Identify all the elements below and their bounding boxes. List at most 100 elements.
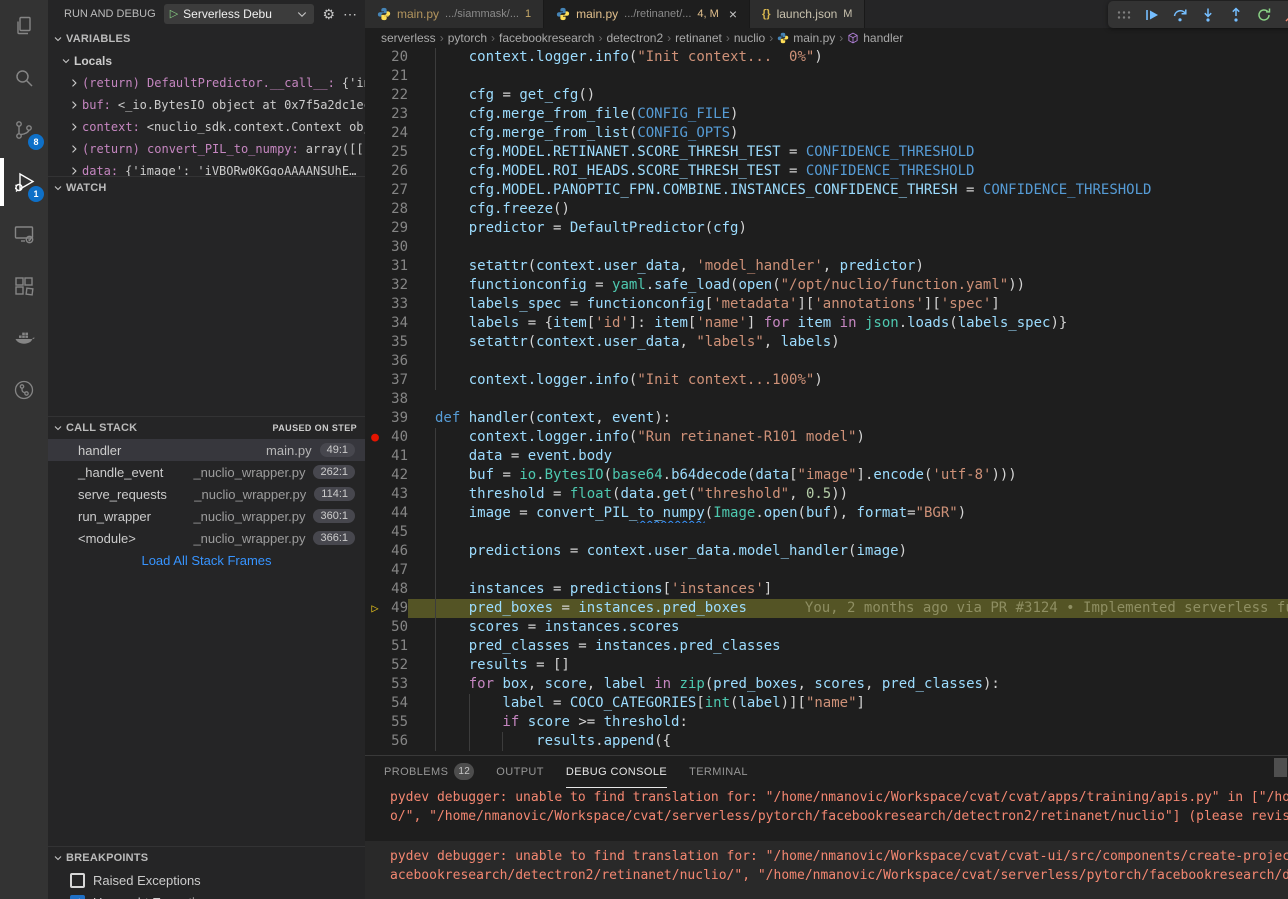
code-line[interactable]: 20 context.logger.info("Init context... … — [365, 48, 1288, 67]
sidebar-item-explorer[interactable] — [0, 0, 48, 52]
sidebar-item-docker[interactable] — [0, 312, 48, 364]
tab-terminal[interactable]: TERMINAL — [689, 756, 748, 788]
gutter-margin[interactable] — [365, 257, 385, 276]
toolbar-drag-grip[interactable] — [1114, 5, 1134, 25]
gutter-margin[interactable] — [365, 200, 385, 219]
code-line[interactable]: 46 predictions = context.user_data.model… — [365, 542, 1288, 561]
breadcrumb-item[interactable]: retinanet — [675, 31, 722, 45]
panel-scrollbar-thumb[interactable] — [1274, 758, 1287, 777]
gutter-margin[interactable] — [365, 523, 385, 542]
code-line[interactable]: 44 image = convert_PIL_to_numpy(Image.op… — [365, 504, 1288, 523]
breadcrumb-item[interactable]: serverless — [381, 31, 436, 45]
gutter-margin[interactable] — [365, 580, 385, 599]
load-all-stack-frames-link[interactable]: Load All Stack Frames — [48, 549, 365, 571]
gutter-margin[interactable] — [365, 713, 385, 732]
gutter-margin[interactable] — [365, 675, 385, 694]
gutter-margin[interactable] — [365, 238, 385, 257]
code-line[interactable]: 43 threshold = float(data.get("threshold… — [365, 485, 1288, 504]
breakpoint-checkbox[interactable]: ✓ — [70, 895, 85, 899]
more-actions-icon[interactable]: ⋯ — [343, 7, 357, 21]
tab-problems[interactable]: PROBLEMS 12 — [384, 756, 474, 788]
gear-icon[interactable]: ⚙ — [322, 7, 335, 21]
code-line[interactable]: 42 buf = io.BytesIO(base64.b64decode(dat… — [365, 466, 1288, 485]
code-line[interactable]: 47 — [365, 561, 1288, 580]
sidebar-item-search[interactable] — [0, 52, 48, 104]
start-debug-icon[interactable]: ▷ — [170, 9, 178, 20]
gutter-margin[interactable] — [365, 371, 385, 390]
code-line[interactable]: 32 functionconfig = yaml.safe_load(open(… — [365, 276, 1288, 295]
code-line[interactable]: 27 cfg.MODEL.PANOPTIC_FPN.COMBINE.INSTAN… — [365, 181, 1288, 200]
gutter-margin[interactable] — [365, 333, 385, 352]
code-line[interactable]: 24 cfg.merge_from_list(CONFIG_OPTS) — [365, 124, 1288, 143]
code-line[interactable]: 21 — [365, 67, 1288, 86]
tab-debug-console[interactable]: DEBUG CONSOLE — [566, 756, 667, 788]
gutter-margin[interactable] — [365, 542, 385, 561]
code-line[interactable]: 29 predictor = DefaultPredictor(cfg) — [365, 219, 1288, 238]
breakpoint-row[interactable]: ✓Uncaught Exceptions — [48, 891, 365, 899]
gutter-margin[interactable] — [365, 295, 385, 314]
variable-row[interactable]: (return) convert_PIL_to_numpy:array([[[ … — [48, 138, 365, 160]
variable-row[interactable]: (return) DefaultPredictor.__call__:{'ins… — [48, 72, 365, 94]
stack-frame[interactable]: handlermain.py49:1 — [48, 439, 365, 461]
gutter-margin[interactable] — [365, 390, 385, 409]
breakpoint-row[interactable]: Raised Exceptions — [48, 869, 365, 891]
stack-frame[interactable]: run_wrapper_nuclio_wrapper.py360:1 — [48, 505, 365, 527]
breadcrumb-item[interactable]: pytorch — [448, 31, 487, 45]
tab-output[interactable]: OUTPUT — [496, 756, 544, 788]
code-line[interactable]: ●40 context.logger.info("Run retinanet-R… — [365, 428, 1288, 447]
launch-config-select[interactable]: ▷ Serverless Debu — [164, 4, 315, 24]
code-line[interactable]: 55 if score >= threshold: — [365, 713, 1288, 732]
code-line[interactable]: 36 — [365, 352, 1288, 371]
gutter-margin[interactable] — [365, 162, 385, 181]
step-out-button[interactable] — [1226, 5, 1246, 25]
gutter-margin[interactable] — [365, 694, 385, 713]
breadcrumb-item-symbol[interactable]: handler — [847, 31, 903, 45]
gutter-margin[interactable] — [365, 124, 385, 143]
stack-frame[interactable]: _handle_event_nuclio_wrapper.py262:1 — [48, 461, 365, 483]
code-line[interactable]: ▷49 pred_boxes = instances.pred_boxesYou… — [365, 599, 1288, 618]
gutter-margin[interactable] — [365, 485, 385, 504]
gutter-margin[interactable] — [365, 105, 385, 124]
sidebar-item-extensions[interactable] — [0, 260, 48, 312]
step-over-button[interactable] — [1170, 5, 1190, 25]
code-line[interactable]: 31 setattr(context.user_data, 'model_han… — [365, 257, 1288, 276]
variables-section-header[interactable]: VARIABLES — [48, 28, 365, 50]
gutter-margin[interactable] — [365, 409, 385, 428]
stack-frame[interactable]: <module>_nuclio_wrapper.py366:1 — [48, 527, 365, 549]
gutter-margin[interactable] — [365, 504, 385, 523]
gutter-margin[interactable] — [365, 618, 385, 637]
tab-main-py-siammask[interactable]: main.py .../siammask/... 1 — [365, 0, 544, 28]
gutter-margin[interactable] — [365, 447, 385, 466]
breadcrumb-item[interactable]: detectron2 — [606, 31, 663, 45]
gutter-margin[interactable] — [365, 67, 385, 86]
sidebar-item-run-and-debug[interactable]: 1 — [0, 156, 48, 208]
breakpoints-section-header[interactable]: BREAKPOINTS — [48, 847, 365, 869]
gutter-margin[interactable] — [365, 732, 385, 751]
gutter-margin[interactable] — [365, 656, 385, 675]
gutter-margin[interactable] — [365, 352, 385, 371]
continue-button[interactable] — [1142, 5, 1162, 25]
code-line[interactable]: 41 data = event.body — [365, 447, 1288, 466]
code-line[interactable]: 39def handler(context, event): — [365, 409, 1288, 428]
gutter-margin[interactable] — [365, 48, 385, 67]
code-line[interactable]: 28 cfg.freeze() — [365, 200, 1288, 219]
step-into-button[interactable] — [1198, 5, 1218, 25]
gutter-margin[interactable] — [365, 181, 385, 200]
code-line[interactable]: 50 scores = instances.scores — [365, 618, 1288, 637]
variable-row[interactable]: context:<nuclio_sdk.context.Context obje… — [48, 116, 365, 138]
breadcrumb-item[interactable]: facebookresearch — [499, 31, 594, 45]
debug-console-output[interactable]: pydev debugger: unable to find translati… — [365, 788, 1288, 899]
watch-section-header[interactable]: WATCH — [48, 177, 365, 199]
tab-main-py-retinanet[interactable]: main.py .../retinanet/... 4, M × — [544, 0, 750, 28]
gutter-margin[interactable] — [365, 314, 385, 333]
code-line[interactable]: 37 context.logger.info("Init context...1… — [365, 371, 1288, 390]
gutter-margin[interactable] — [365, 86, 385, 105]
tab-launch-json[interactable]: {} launch.json M — [750, 0, 865, 28]
gutter-margin[interactable]: ● — [365, 428, 385, 447]
sidebar-item-source-control[interactable]: 8 — [0, 104, 48, 156]
code-editor[interactable]: 20 context.logger.info("Init context... … — [365, 48, 1288, 755]
gutter-margin[interactable] — [365, 143, 385, 162]
code-line[interactable]: 26 cfg.MODEL.ROI_HEADS.SCORE_THRESH_TEST… — [365, 162, 1288, 181]
close-icon[interactable]: × — [729, 6, 737, 22]
code-line[interactable]: 35 setattr(context.user_data, "labels", … — [365, 333, 1288, 352]
